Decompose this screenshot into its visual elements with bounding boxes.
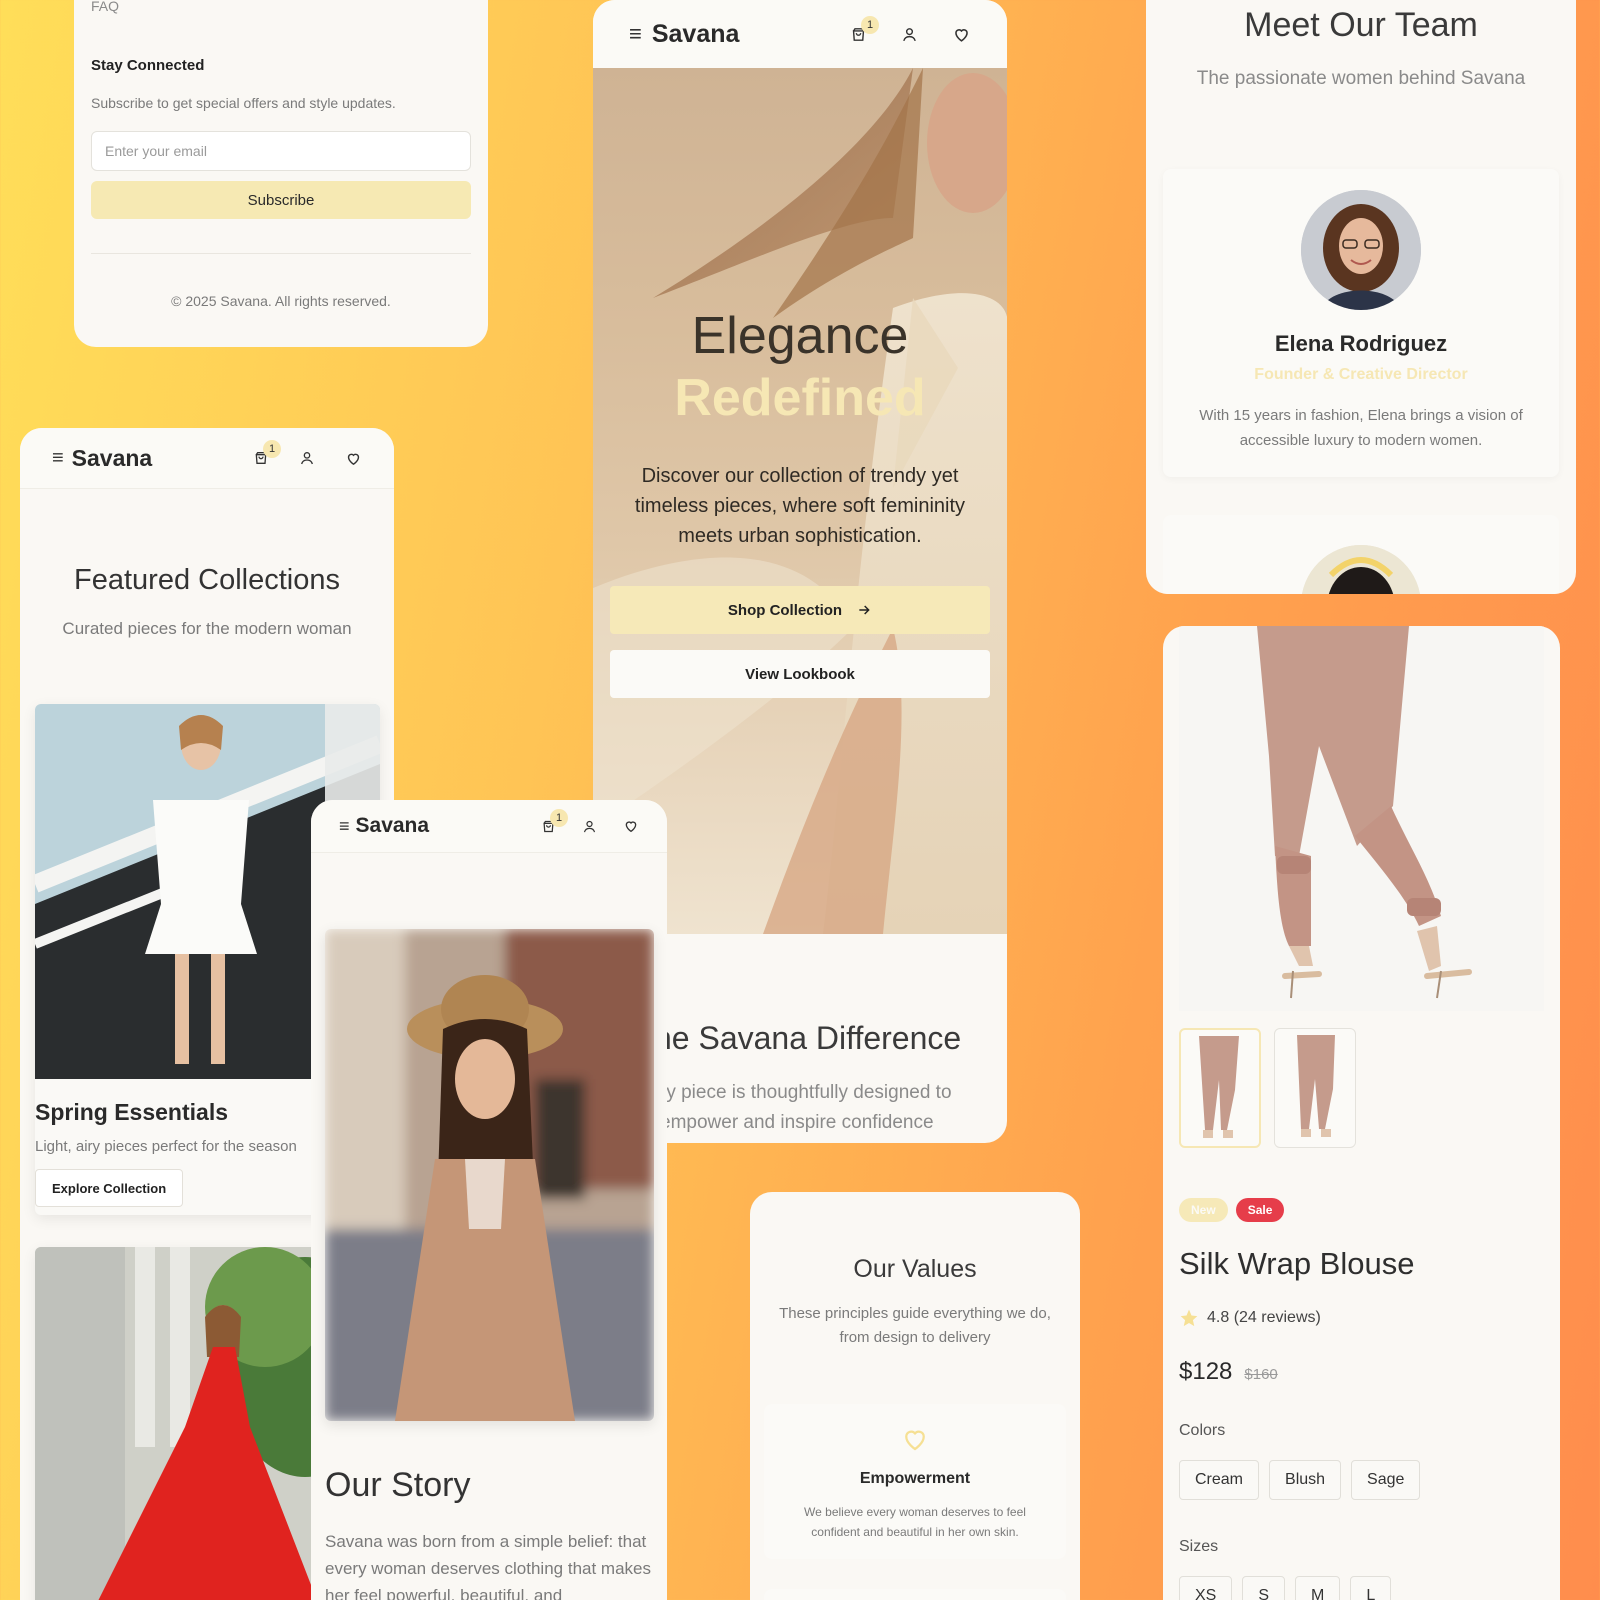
difference-line-2: empower and inspire confidence <box>660 1112 934 1133</box>
sale-badge: Sale <box>1235 1198 1285 1222</box>
arrow-right-icon <box>856 602 872 618</box>
stay-connected-heading: Stay Connected <box>91 57 205 74</box>
avatar <box>1301 545 1421 594</box>
star-icon <box>1179 1308 1199 1328</box>
value-item <box>764 1589 1066 1600</box>
featured-subtitle: Curated pieces for the modern woman <box>62 619 352 638</box>
product-thumbnail[interactable] <box>1179 1028 1261 1148</box>
user-icon[interactable] <box>299 450 315 466</box>
user-icon[interactable] <box>901 26 918 43</box>
values-card: Our Values These principles guide everyt… <box>750 1192 1080 1600</box>
navbar: ≡ Savana 1 <box>593 0 1007 68</box>
brand-logo[interactable]: Savana <box>72 445 153 472</box>
footer-card: FAQ Stay Connected Subscribe to get spec… <box>74 0 488 347</box>
values-subtitle: These principles guide everything we do,… <box>779 1305 1051 1346</box>
rating-text: 4.8 (24 reviews) <box>1207 1309 1321 1326</box>
product-main-image[interactable] <box>1179 626 1544 1011</box>
brand-logo[interactable]: Savana <box>356 814 430 838</box>
team-subtitle: The passionate women behind Savana <box>1196 68 1526 89</box>
values-heading: Our Values <box>853 1255 977 1283</box>
our-story-card: ≡ Savana 1 Our Story Savana was born fro… <box>311 800 667 1600</box>
difference-description: ry piece is thoughtfully designed to emp… <box>660 1078 952 1138</box>
brand-logo[interactable]: Savana <box>652 20 740 49</box>
size-options: XS S M L <box>1179 1576 1392 1600</box>
faq-link[interactable]: FAQ <box>91 0 119 14</box>
team-member-role: Founder & Creative Director <box>1254 366 1468 383</box>
hero-description: Discover our collection of trendy yet ti… <box>634 465 966 547</box>
current-price: $128 <box>1179 1358 1233 1385</box>
view-lookbook-button[interactable]: View Lookbook <box>610 650 990 698</box>
color-option-sage[interactable]: Sage <box>1351 1460 1421 1500</box>
heart-icon[interactable] <box>952 25 971 44</box>
value-description: We believe every woman deserves to feel … <box>804 1505 1026 1539</box>
new-badge: New <box>1179 1198 1228 1222</box>
sizes-label: Sizes <box>1179 1538 1219 1555</box>
difference-line-1: ry piece is thoughtfully designed to <box>660 1082 952 1103</box>
team-member-card: Elena Rodriguez Founder & Creative Direc… <box>1163 169 1559 477</box>
value-name: Empowerment <box>859 1470 971 1487</box>
subscribe-description: Subscribe to get special offers and styl… <box>91 95 396 111</box>
user-icon[interactable] <box>582 819 597 834</box>
avatar <box>1301 190 1421 310</box>
navbar: ≡ Savana 1 <box>20 428 394 489</box>
story-image <box>325 929 654 1421</box>
copyright-text: © 2025 Savana. All rights reserved. <box>171 293 391 309</box>
navbar: ≡ Savana 1 <box>311 800 667 853</box>
hero-title-highlight: Redefined <box>674 369 926 427</box>
story-heading: Our Story <box>325 1466 471 1504</box>
product-name: Silk Wrap Blouse <box>1179 1246 1415 1281</box>
team-member-name: Elena Rodriguez <box>1274 331 1448 356</box>
product-price: $128 $160 <box>1179 1358 1278 1386</box>
color-option-blush[interactable]: Blush <box>1269 1460 1342 1500</box>
team-member-bio: With 15 years in fashion, Elena brings a… <box>1199 407 1523 449</box>
shop-collection-button[interactable]: Shop Collection <box>610 586 990 634</box>
value-item: Empowerment We believe every woman deser… <box>764 1404 1066 1559</box>
colors-label: Colors <box>1179 1422 1226 1439</box>
menu-icon[interactable]: ≡ <box>629 21 642 47</box>
product-card: New Sale Silk Wrap Blouse 4.8 (24 review… <box>1163 626 1560 1600</box>
footer-divider <box>91 253 471 254</box>
size-option-s[interactable]: S <box>1242 1576 1286 1600</box>
size-option-l[interactable]: L <box>1350 1576 1392 1600</box>
size-option-xs[interactable]: XS <box>1179 1576 1233 1600</box>
shopping-bag-icon[interactable]: 1 <box>541 808 568 834</box>
team-card: Meet Our Team The passionate women behin… <box>1146 0 1576 594</box>
shopping-bag-icon[interactable]: 1 <box>850 15 879 43</box>
hero-title: Elegance <box>691 307 909 365</box>
team-heading: Meet Our Team <box>1244 6 1478 44</box>
team-member-card <box>1163 515 1559 594</box>
difference-heading: he Savana Difference <box>654 1020 962 1056</box>
product-badges: New Sale <box>1179 1198 1285 1222</box>
subscribe-button[interactable]: Subscribe <box>91 181 471 219</box>
product-thumbnail[interactable] <box>1274 1028 1356 1148</box>
original-price: $160 <box>1244 1366 1278 1383</box>
cart-count-badge: 1 <box>263 440 281 458</box>
heart-icon[interactable] <box>623 818 639 834</box>
cart-count-badge: 1 <box>550 808 568 827</box>
featured-heading: Featured Collections <box>74 564 340 596</box>
heart-icon[interactable] <box>345 450 362 467</box>
color-options: Cream Blush Sage <box>1179 1460 1421 1500</box>
shopping-bag-icon[interactable]: 1 <box>253 440 281 466</box>
heart-outline-icon <box>900 1424 930 1454</box>
size-option-m[interactable]: M <box>1295 1576 1341 1600</box>
story-text: Savana was born from a simple belief: th… <box>325 1532 651 1600</box>
menu-icon[interactable]: ≡ <box>52 447 64 470</box>
cart-count-badge: 1 <box>861 15 879 34</box>
email-input[interactable] <box>91 131 471 171</box>
shop-collection-label: Shop Collection <box>727 601 843 619</box>
explore-collection-button[interactable]: Explore Collection <box>35 1169 184 1207</box>
product-rating: 4.8 (24 reviews) <box>1179 1308 1321 1328</box>
menu-icon[interactable]: ≡ <box>339 816 350 837</box>
color-option-cream[interactable]: Cream <box>1179 1460 1260 1500</box>
